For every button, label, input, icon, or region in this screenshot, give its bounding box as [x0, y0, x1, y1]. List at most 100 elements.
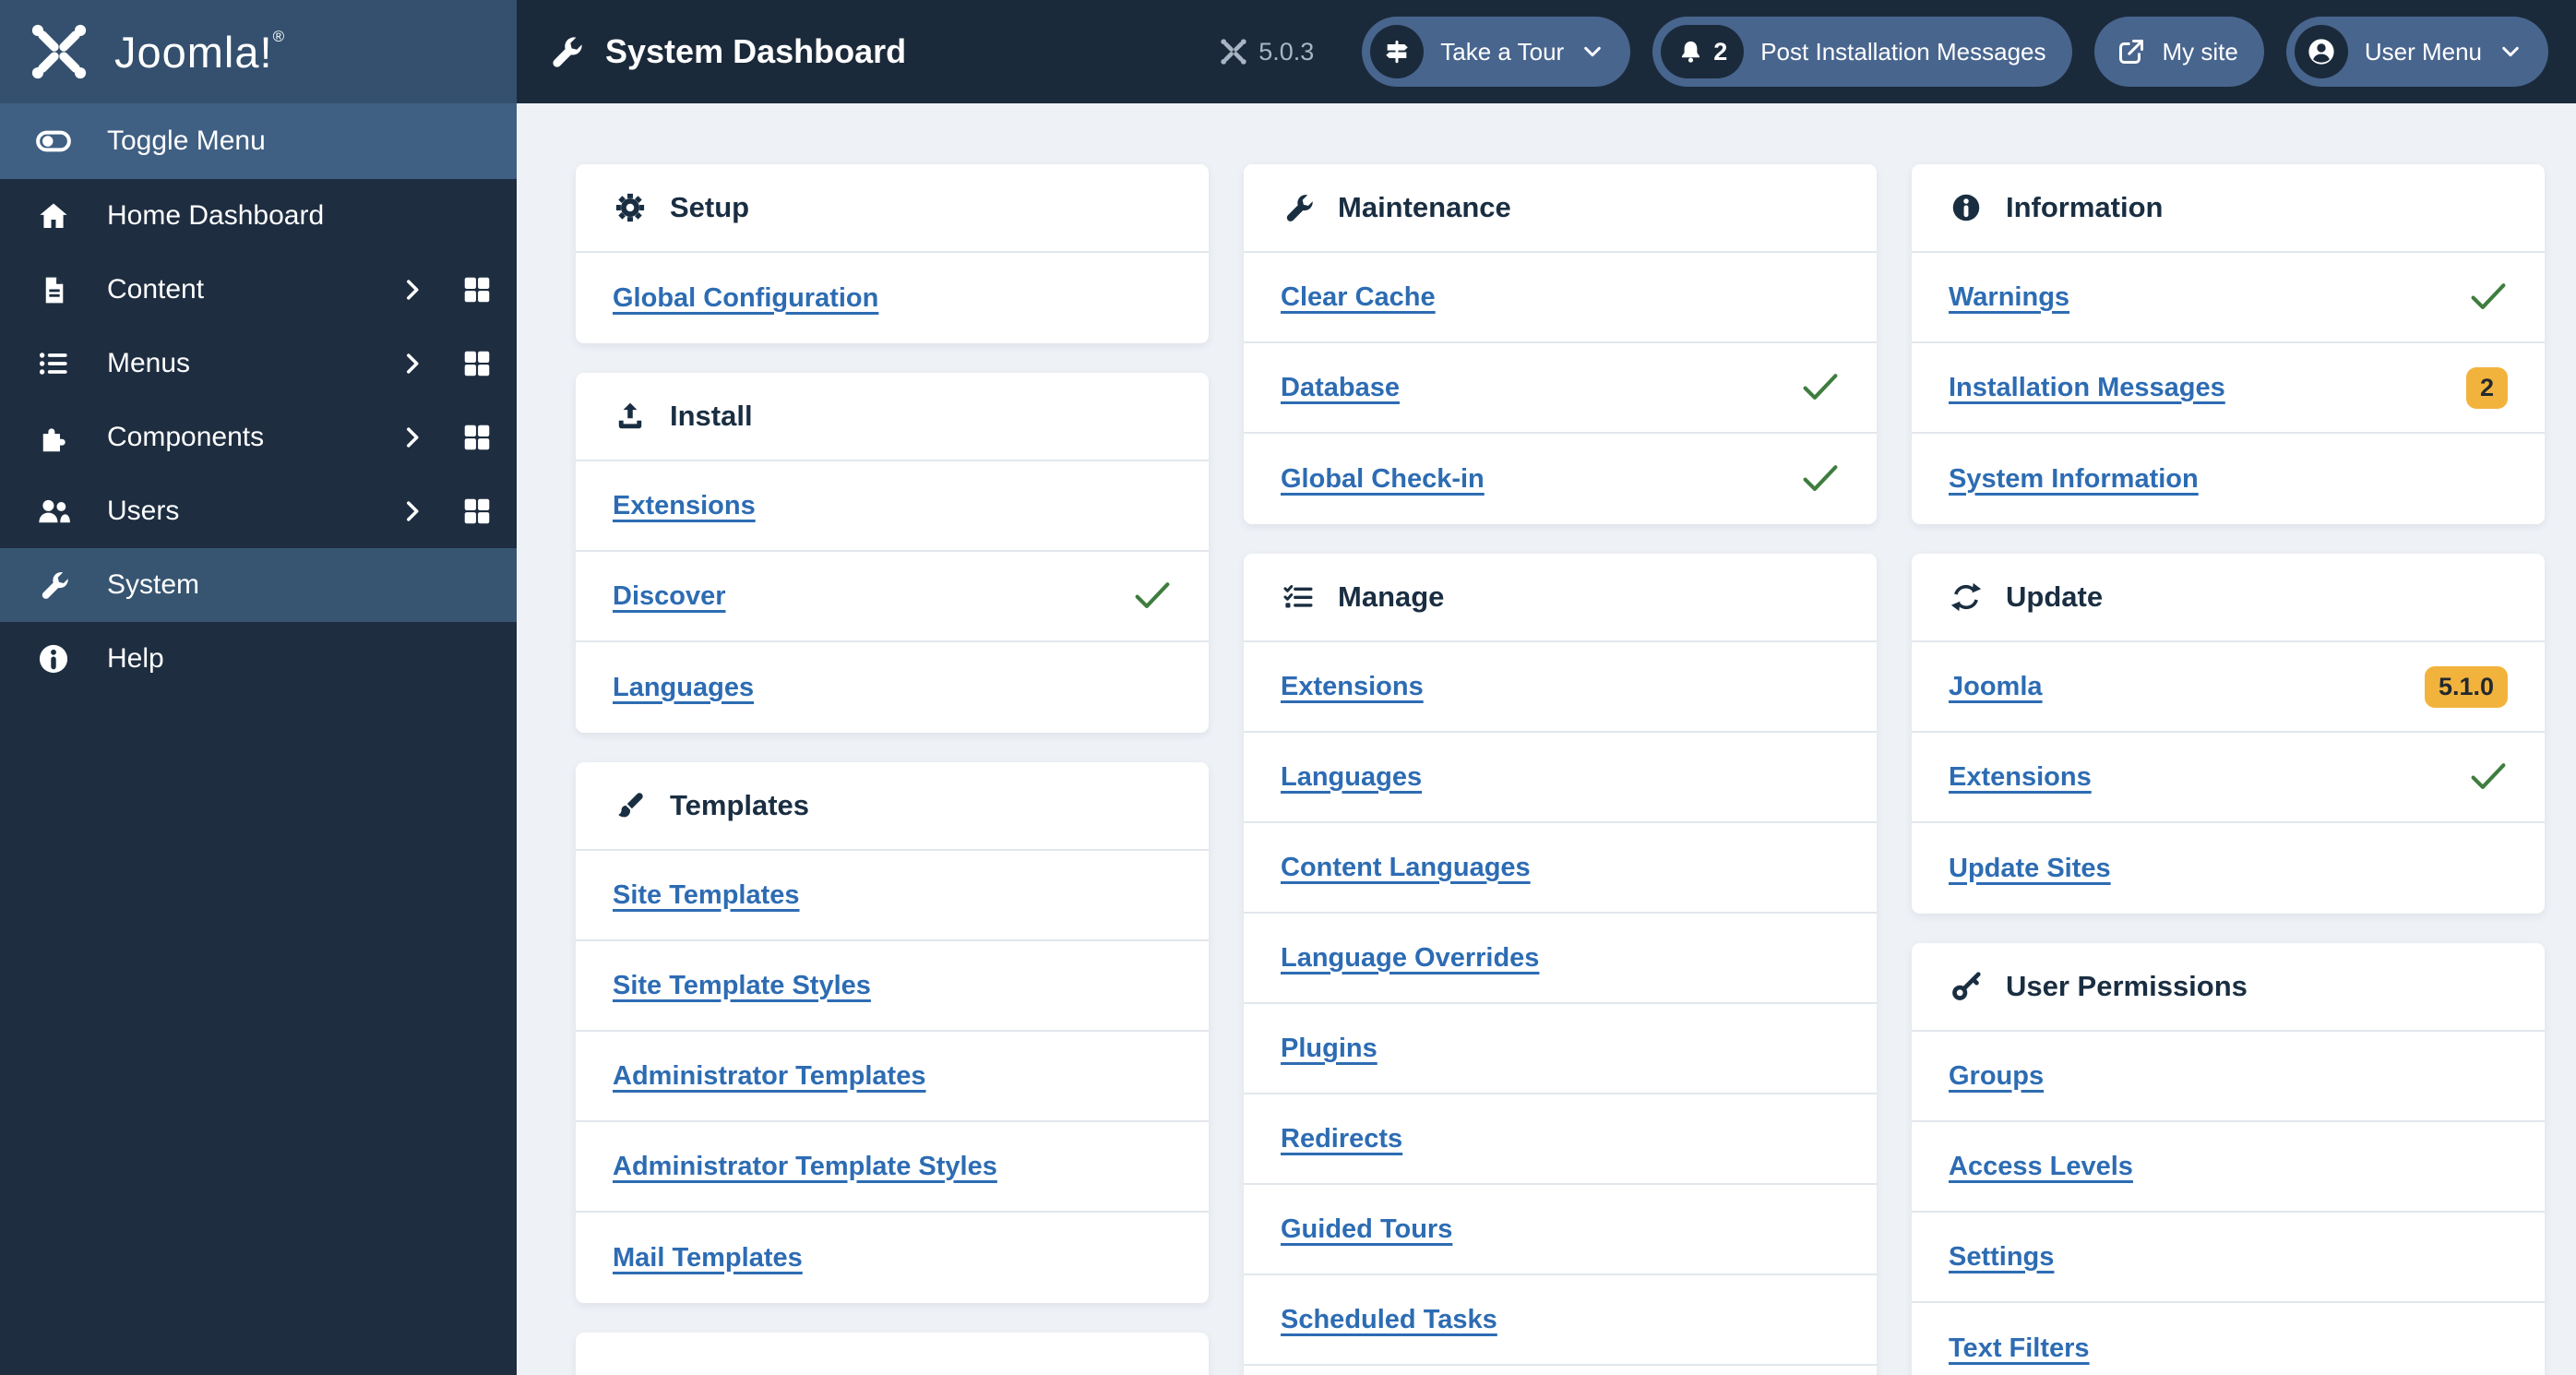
- link-update-sites[interactable]: Update Sites: [1949, 854, 2111, 884]
- card-row: Guided Tours: [1244, 1185, 1877, 1275]
- card-row: Warnings: [1912, 253, 2545, 343]
- link-redirects[interactable]: Redirects: [1281, 1124, 1402, 1154]
- card-templates-header: Templates: [576, 762, 1209, 851]
- sidebar-item-label: System: [107, 569, 200, 600]
- sidebar-item-components[interactable]: Components: [0, 401, 517, 474]
- dashboard-column-1: Setup Global Configuration Install Exten…: [576, 164, 1209, 1375]
- card-manage: Manage Extensions Languages Content Lang…: [1244, 554, 1877, 1375]
- card-manage-header: Manage: [1244, 554, 1877, 642]
- joomla-version: 5.0.3: [1220, 38, 1314, 66]
- card-row: Groups: [1912, 1032, 2545, 1122]
- link-administrator-templates[interactable]: Administrator Templates: [613, 1061, 925, 1092]
- card-row: Global Check-in: [1244, 434, 1877, 524]
- link-warnings[interactable]: Warnings: [1949, 282, 2069, 313]
- sidebar-item-menus[interactable]: Menus: [0, 327, 517, 401]
- list-check-icon: [1281, 581, 1316, 613]
- info-circle-icon: [33, 642, 74, 676]
- link-access-levels[interactable]: Access Levels: [1949, 1152, 2133, 1182]
- version-badge: 5.1.0: [2424, 665, 2508, 708]
- app-window: Joomla!® Toggle Menu Home Dashboard Cont…: [0, 0, 2576, 1375]
- users-icon: [33, 495, 74, 528]
- my-site-button[interactable]: My site: [2093, 17, 2264, 87]
- wrench-icon: [548, 34, 583, 69]
- link-joomla-update[interactable]: Joomla: [1949, 672, 2043, 702]
- card-row: Global Configuration: [576, 253, 1209, 343]
- toggle-menu-label: Toggle Menu: [107, 126, 266, 156]
- document-icon: [33, 275, 74, 305]
- take-a-tour-button[interactable]: Take a Tour: [1362, 17, 1631, 87]
- link-text-filters[interactable]: Text Filters: [1949, 1333, 2090, 1364]
- link-settings[interactable]: Settings: [1949, 1242, 2054, 1273]
- link-clear-cache[interactable]: Clear Cache: [1281, 282, 1436, 313]
- card-row: Text Filters: [1912, 1303, 2545, 1375]
- link-scheduled-tasks[interactable]: Scheduled Tasks: [1281, 1305, 1497, 1335]
- sidebar-item-help[interactable]: Help: [0, 622, 517, 696]
- take-a-tour-label: Take a Tour: [1440, 37, 1565, 66]
- dashboard-column-3: Information Warnings Installation Messag…: [1912, 164, 2545, 1375]
- link-manage-extensions[interactable]: Extensions: [1281, 672, 1424, 702]
- card-row-partial: [1244, 1366, 1877, 1375]
- card-title: Maintenance: [1338, 191, 1511, 223]
- gear-icon: [613, 192, 648, 223]
- card-row: Site Template Styles: [576, 941, 1209, 1032]
- user-circle-icon: [2294, 25, 2348, 78]
- grid-icon[interactable]: [461, 274, 493, 305]
- info-circle-icon: [1949, 192, 1984, 223]
- sidebar-item-home-dashboard[interactable]: Home Dashboard: [0, 179, 517, 253]
- sidebar-item-label: Help: [107, 643, 164, 674]
- card-title: Information: [2006, 191, 2164, 223]
- chevron-right-icon[interactable]: [399, 350, 426, 377]
- link-global-configuration[interactable]: Global Configuration: [613, 283, 878, 314]
- card-row: Language Overrides: [1244, 914, 1877, 1004]
- link-language-overrides[interactable]: Language Overrides: [1281, 943, 1539, 974]
- toggle-menu-button[interactable]: Toggle Menu: [0, 103, 517, 179]
- grid-icon[interactable]: [461, 348, 493, 379]
- link-system-information[interactable]: System Information: [1949, 464, 2199, 495]
- link-site-template-styles[interactable]: Site Template Styles: [613, 971, 871, 1001]
- link-plugins[interactable]: Plugins: [1281, 1034, 1377, 1064]
- joomla-version-icon: [1220, 38, 1247, 66]
- sidebar-item-content[interactable]: Content: [0, 253, 517, 327]
- external-link-icon: [2117, 37, 2146, 66]
- link-mail-templates[interactable]: Mail Templates: [613, 1243, 803, 1273]
- post-installation-messages-button[interactable]: 2 Post Installation Messages: [1652, 17, 2072, 87]
- puzzle-icon: [33, 421, 74, 454]
- link-discover[interactable]: Discover: [613, 581, 726, 612]
- sidebar-item-system[interactable]: System: [0, 548, 517, 622]
- link-manage-languages[interactable]: Languages: [1281, 762, 1422, 793]
- card-row: System Information: [1912, 434, 2545, 524]
- link-installation-messages[interactable]: Installation Messages: [1949, 373, 2225, 403]
- chevron-down-icon: [1580, 40, 1604, 64]
- chevron-right-icon[interactable]: [399, 497, 426, 525]
- link-global-check-in[interactable]: Global Check-in: [1281, 464, 1485, 495]
- card-row: Mail Templates: [576, 1213, 1209, 1303]
- card-row: Joomla 5.1.0: [1912, 642, 2545, 733]
- chevron-right-icon[interactable]: [399, 424, 426, 451]
- sidebar-item-label: Components: [107, 422, 265, 452]
- sidebar-item-users[interactable]: Users: [0, 474, 517, 548]
- link-install-languages[interactable]: Languages: [613, 673, 754, 703]
- card-row: Content Languages: [1244, 823, 1877, 914]
- link-guided-tours[interactable]: Guided Tours: [1281, 1214, 1452, 1245]
- link-site-templates[interactable]: Site Templates: [613, 880, 800, 911]
- card-row: Settings: [1912, 1213, 2545, 1303]
- check-icon: [1801, 372, 1840, 403]
- notification-count-value: 2: [1713, 37, 1728, 66]
- card-user-permissions: User Permissions Groups Access Levels Se…: [1912, 943, 2545, 1375]
- grid-icon[interactable]: [461, 422, 493, 453]
- user-menu-button[interactable]: User Menu: [2285, 17, 2548, 87]
- chevron-right-icon[interactable]: [399, 276, 426, 304]
- card-install: Install Extensions Discover Languages: [576, 373, 1209, 733]
- card-information: Information Warnings Installation Messag…: [1912, 164, 2545, 524]
- link-groups[interactable]: Groups: [1949, 1061, 2044, 1092]
- link-database[interactable]: Database: [1281, 373, 1400, 403]
- grid-icon[interactable]: [461, 496, 493, 527]
- link-content-languages[interactable]: Content Languages: [1281, 853, 1531, 883]
- sidebar-item-label: Menus: [107, 348, 191, 378]
- link-administrator-template-styles[interactable]: Administrator Template Styles: [613, 1152, 997, 1182]
- card-setup: Setup Global Configuration: [576, 164, 1209, 343]
- link-update-extensions[interactable]: Extensions: [1949, 762, 2092, 793]
- card-title: Update: [2006, 580, 2104, 613]
- link-install-extensions[interactable]: Extensions: [613, 491, 756, 521]
- card-information-header: Information: [1912, 164, 2545, 253]
